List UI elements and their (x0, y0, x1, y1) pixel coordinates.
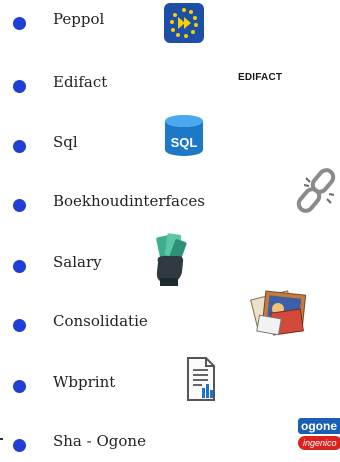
bullet-icon (13, 439, 26, 452)
item-label: Peppol (53, 10, 105, 28)
divider (0, 438, 3, 440)
list-item-wbprint[interactable]: Wbprint (0, 362, 340, 402)
bullet-icon (13, 260, 26, 273)
item-label: Wbprint (53, 373, 116, 391)
bullet-icon (13, 140, 26, 153)
integration-list: Peppol Edifact EDIFACT Sql SQL Boekhoudi… (0, 0, 340, 457)
list-item-sha-ogone[interactable]: Sha - Ogone (0, 422, 340, 462)
bullet-icon (13, 199, 26, 212)
bullet-icon (13, 380, 26, 393)
svg-text:SQL: SQL (171, 135, 198, 150)
item-label: Salary (53, 253, 102, 271)
money-hand-icon (156, 233, 187, 286)
svg-text:ogone: ogone (301, 419, 337, 433)
ogone-logo: ogone ingenico (298, 418, 340, 450)
eu-stars-icon (164, 3, 204, 43)
svg-text:ingenico: ingenico (303, 438, 337, 448)
list-item-boekhoudinterfaces[interactable]: Boekhoudinterfaces (0, 182, 340, 222)
item-label: Boekhoudinterfaces (53, 192, 205, 210)
item-label: Edifact (53, 73, 108, 91)
bullet-icon (13, 319, 26, 332)
list-item-edifact[interactable]: Edifact (0, 62, 340, 102)
item-label: Consolidatie (53, 312, 148, 330)
database-icon: SQL (165, 115, 203, 156)
edifact-logo: EDIFACT (238, 72, 283, 83)
chain-link-icon (296, 168, 336, 213)
bullet-icon (13, 17, 26, 30)
report-chart-icon (187, 357, 215, 401)
item-label: Sql (53, 133, 78, 151)
photo-stack-icon (250, 290, 307, 336)
item-label: Sha - Ogone (53, 432, 146, 450)
bullet-icon (13, 80, 26, 93)
